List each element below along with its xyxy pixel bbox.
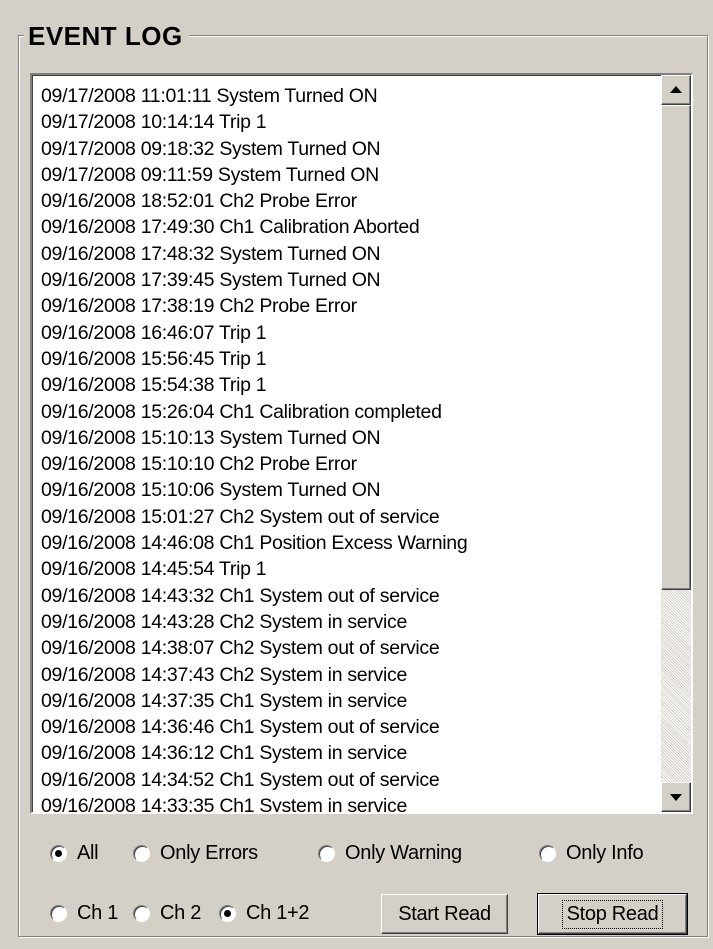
radio-label: Only Errors [160, 842, 258, 864]
radio-circle-icon [50, 845, 67, 862]
radio-only-info[interactable]: Only Info [539, 842, 644, 865]
radio-label: Ch 1+2 [246, 902, 310, 924]
scrollbar-thumb[interactable] [661, 105, 691, 590]
group-title: EVENT LOG [24, 22, 189, 50]
log-row[interactable]: 09/17/2008 09:11:59 System Turned ON [41, 162, 661, 188]
log-row[interactable]: 09/16/2008 16:46:07 Trip 1 [41, 320, 661, 346]
log-row[interactable]: 09/16/2008 15:26:04 Ch1 Calibration comp… [41, 399, 661, 425]
log-row[interactable]: 09/16/2008 17:39:45 System Turned ON [41, 267, 661, 293]
event-log-list[interactable]: 09/17/2008 11:01:11 System Turned ON 09/1… [30, 73, 693, 814]
radio-circle-icon [219, 905, 236, 922]
event-log-rows: 09/17/2008 11:01:11 System Turned ON 09/1… [33, 76, 661, 812]
log-row[interactable]: 09/16/2008 17:48:32 System Turned ON [41, 241, 661, 267]
radio-only-errors[interactable]: Only Errors [133, 842, 258, 865]
log-row[interactable]: 09/16/2008 14:46:08 Ch1 Position Excess … [41, 530, 661, 556]
radio-circle-icon [50, 905, 67, 922]
arrow-down-icon [670, 794, 682, 801]
radio-label: All [77, 842, 99, 864]
log-row[interactable]: 09/16/2008 14:34:52 Ch1 System out of se… [41, 767, 661, 793]
log-row[interactable]: 09/16/2008 15:10:10 Ch2 Probe Error [41, 451, 661, 477]
radio-ch1-plus-2[interactable]: Ch 1+2 [219, 902, 310, 925]
log-row[interactable]: 09/16/2008 18:52:01 Ch2 Probe Error [41, 188, 661, 214]
log-row[interactable]: 09/17/2008 10:14:14 Trip 1 [41, 109, 661, 135]
radio-circle-icon [133, 845, 150, 862]
log-row[interactable]: 09/16/2008 14:36:46 Ch1 System out of se… [41, 714, 661, 740]
log-row[interactable]: 09/16/2008 15:56:45 Trip 1 [41, 346, 661, 372]
radio-label: Only Warning [345, 842, 462, 864]
log-row[interactable]: 09/16/2008 15:10:13 System Turned ON [41, 425, 661, 451]
start-read-button[interactable]: Start Read [381, 894, 508, 934]
log-row[interactable]: 09/17/2008 09:18:32 System Turned ON [41, 136, 661, 162]
scroll-down-button[interactable] [661, 782, 691, 812]
radio-circle-icon [539, 845, 556, 862]
log-row[interactable]: 09/16/2008 17:38:19 Ch2 Probe Error [41, 293, 661, 319]
stop-read-button[interactable]: Stop Read [537, 893, 688, 935]
radio-ch1[interactable]: Ch 1 [50, 902, 118, 925]
radio-label: Ch 1 [77, 902, 119, 924]
log-row[interactable]: 09/16/2008 14:37:35 Ch1 System in servic… [41, 688, 661, 714]
log-row[interactable]: 09/16/2008 15:54:38 Trip 1 [41, 372, 661, 398]
log-row[interactable]: 09/16/2008 14:37:43 Ch2 System in servic… [41, 662, 661, 688]
log-row[interactable]: 09/16/2008 14:43:32 Ch1 System out of se… [41, 583, 661, 609]
log-row[interactable]: 09/16/2008 14:45:54 Trip 1 [41, 556, 661, 582]
radio-ch2[interactable]: Ch 2 [133, 902, 201, 925]
log-row[interactable]: 09/16/2008 15:10:06 System Turned ON [41, 477, 661, 503]
arrow-up-icon [670, 86, 682, 93]
radio-circle-icon [133, 905, 150, 922]
log-row[interactable]: 09/16/2008 14:43:28 Ch2 System in servic… [41, 609, 661, 635]
radio-label: Ch 2 [160, 902, 202, 924]
log-row[interactable]: 09/16/2008 14:38:07 Ch2 System out of se… [41, 635, 661, 661]
stop-read-label: Stop Read [561, 899, 664, 929]
scroll-up-button[interactable] [661, 75, 691, 105]
radio-circle-icon [318, 845, 335, 862]
radio-all[interactable]: All [50, 842, 99, 865]
vertical-scrollbar[interactable] [661, 75, 691, 812]
log-row[interactable]: 09/16/2008 14:33:35 Ch1 System in servic… [41, 793, 661, 812]
log-row[interactable]: 09/17/2008 11:01:11 System Turned ON [41, 83, 661, 109]
log-row[interactable]: 09/16/2008 15:01:27 Ch2 System out of se… [41, 504, 661, 530]
radio-only-warning[interactable]: Only Warning [318, 842, 462, 865]
log-row[interactable]: 09/16/2008 17:49:30 Ch1 Calibration Abor… [41, 214, 661, 240]
log-row[interactable]: 09/16/2008 14:36:12 Ch1 System in servic… [41, 740, 661, 766]
radio-label: Only Info [566, 842, 644, 864]
